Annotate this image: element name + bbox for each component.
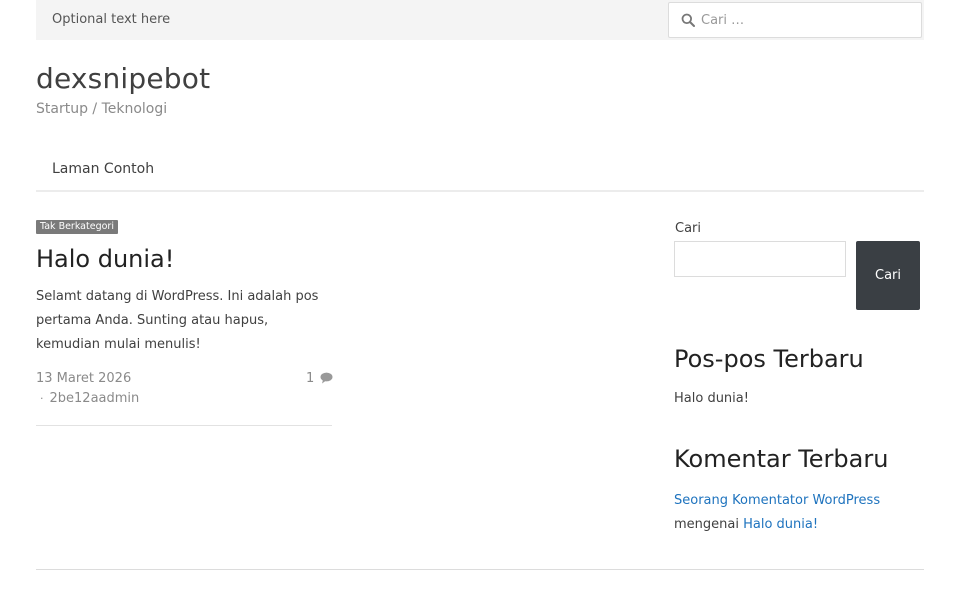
main-navigation: Laman Contoh — [36, 150, 924, 192]
post-title[interactable]: Halo dunia! — [36, 245, 174, 273]
comment-bubble-icon — [320, 372, 333, 384]
header-search-input[interactable] — [701, 3, 911, 37]
comment-author-link[interactable]: Seorang Komentator WordPress — [674, 493, 880, 508]
recent-post-link[interactable]: Halo dunia! — [674, 391, 749, 406]
comment-count: 1 — [306, 371, 315, 386]
comment-post-link[interactable]: Halo dunia! — [743, 517, 818, 532]
recent-comment-item: Seorang Komentator WordPress mengenai Ha… — [674, 489, 914, 537]
sidebar-search-button[interactable]: Cari — [856, 241, 920, 310]
meta-separator: · — [40, 392, 44, 405]
post-divider — [36, 425, 332, 426]
post-comments-link[interactable]: 1 — [306, 371, 333, 386]
sidebar-search-input[interactable] — [674, 241, 846, 277]
top-bar: Optional text here — [36, 0, 924, 40]
header-search-box[interactable] — [668, 2, 922, 38]
recent-comments-title: Komentar Terbaru — [674, 445, 889, 473]
topbar-text: Optional text here — [52, 12, 171, 27]
post-author-meta: · 2be12aadmin — [40, 391, 139, 406]
site-title[interactable]: dexsnipebot — [36, 62, 210, 95]
post-author-link[interactable]: 2be12aadmin — [50, 391, 140, 406]
sidebar-search-label: Cari — [675, 221, 701, 236]
post-date[interactable]: 13 Maret 2026 — [36, 371, 131, 386]
footer-divider — [36, 569, 924, 570]
nav-item-laman-contoh[interactable]: Laman Contoh — [52, 161, 154, 177]
post-excerpt: Selamt datang di WordPress. Ini adalah p… — [36, 289, 319, 352]
comment-connector: mengenai — [674, 517, 739, 532]
site-description: Startup / Teknologi — [36, 101, 168, 117]
category-badge[interactable]: Tak Berkategori — [36, 220, 118, 234]
search-icon — [681, 13, 695, 27]
recent-posts-title: Pos-pos Terbaru — [674, 345, 864, 373]
